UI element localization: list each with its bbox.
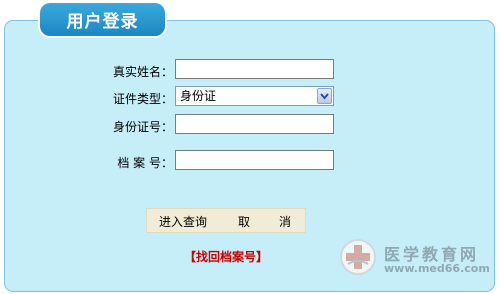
real-name-label: 真实姓名： bbox=[112, 65, 173, 79]
id-number-input[interactable] bbox=[175, 114, 334, 134]
recover-archive-number-link[interactable]: 【找回档案号】 bbox=[184, 248, 268, 265]
archive-number-input[interactable] bbox=[175, 150, 334, 170]
watermark-logo-icon bbox=[339, 238, 377, 276]
cancel-button-part-2[interactable]: 消 bbox=[279, 213, 291, 230]
button-bar: 进入查询 取 消 bbox=[146, 208, 306, 233]
submit-query-button[interactable]: 进入查询 bbox=[159, 213, 207, 230]
archive-number-label: 档 案 号： bbox=[117, 156, 173, 170]
document-type-value: 身份证 bbox=[180, 89, 217, 103]
real-name-input[interactable] bbox=[175, 59, 334, 79]
document-type-label: 证件类型： bbox=[112, 92, 173, 106]
panel-title: 用户登录 bbox=[40, 3, 165, 36]
watermark-url: www.med66.com bbox=[384, 262, 490, 275]
cancel-button-part-1[interactable]: 取 bbox=[238, 213, 250, 230]
chevron-down-icon[interactable] bbox=[317, 88, 332, 104]
id-number-label: 身份证号： bbox=[112, 120, 173, 134]
document-type-select[interactable]: 身份证 bbox=[175, 86, 334, 106]
